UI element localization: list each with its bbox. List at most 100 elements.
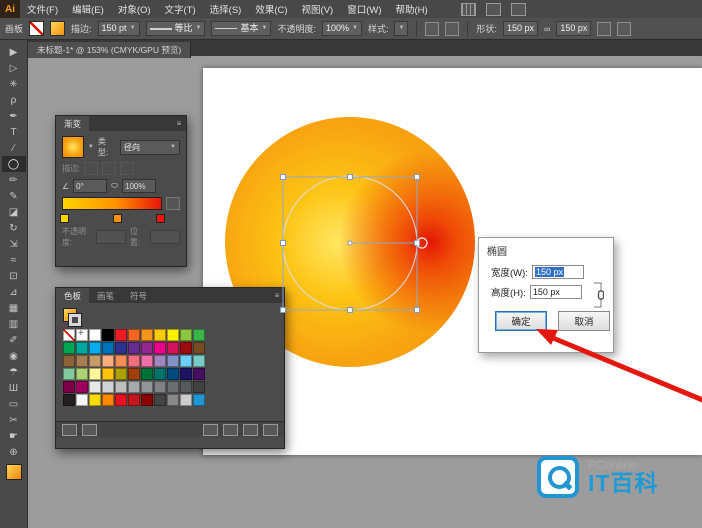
color-swatch[interactable] (128, 394, 140, 406)
gradient-tool[interactable]: ▥ (2, 316, 26, 332)
swatch-options-icon[interactable] (203, 424, 218, 436)
color-swatch[interactable] (115, 368, 127, 380)
mesh-tool[interactable]: ▦ (2, 300, 26, 316)
eraser-tool[interactable]: ◪ (2, 204, 26, 220)
gradient-stop[interactable] (60, 214, 69, 223)
color-swatch[interactable] (154, 342, 166, 354)
slice-tool[interactable]: ✂ (2, 412, 26, 428)
chevron-down-icon[interactable]: ▼ (88, 144, 94, 150)
menu-item[interactable]: 效果(C) (248, 0, 294, 18)
color-swatch[interactable] (89, 368, 101, 380)
gradient-thumbnail[interactable] (62, 136, 84, 158)
color-swatch[interactable] (141, 368, 153, 380)
color-swatch[interactable] (193, 394, 205, 406)
color-swatch[interactable] (76, 329, 88, 341)
reverse-gradient-icon[interactable] (166, 197, 180, 210)
color-swatch[interactable] (167, 329, 179, 341)
stroke-weight-field[interactable]: 150 pt▼ (98, 21, 140, 36)
selection-tool[interactable]: ▶ (2, 44, 26, 60)
tab-gradient[interactable]: 渐变 (56, 116, 89, 131)
document-tab[interactable]: 未标题-1* @ 153% (CMYK/GPU 预览) (28, 42, 191, 58)
constrain-proportions-icon[interactable]: ∞ (544, 24, 550, 34)
cancel-button[interactable]: 取消 (558, 311, 610, 331)
new-swatch-icon[interactable] (243, 424, 258, 436)
color-swatch[interactable] (63, 381, 75, 393)
color-swatch[interactable] (102, 368, 114, 380)
menu-item[interactable]: 编辑(E) (65, 0, 111, 18)
document-setup-icon[interactable] (425, 22, 439, 36)
style-dropdown[interactable]: ▼ (394, 21, 408, 36)
gradient-type-select[interactable]: 径向▼ (120, 140, 180, 155)
menu-item[interactable]: 视图(V) (295, 0, 341, 18)
color-swatch[interactable] (89, 342, 101, 354)
color-swatch[interactable] (154, 329, 166, 341)
color-swatch[interactable] (89, 329, 101, 341)
gradient-stop[interactable] (156, 214, 165, 223)
color-swatch[interactable] (63, 329, 75, 341)
gradient-angle-field[interactable]: 0° (73, 179, 107, 193)
color-swatch[interactable] (180, 355, 192, 367)
shape-height-field[interactable]: 150 px (556, 21, 591, 36)
color-swatch[interactable] (180, 394, 192, 406)
menu-item[interactable]: 窗口(W) (340, 0, 388, 18)
color-swatch[interactable] (154, 355, 166, 367)
menu-item[interactable]: 选择(S) (203, 0, 249, 18)
color-swatch[interactable] (193, 342, 205, 354)
color-swatch[interactable] (128, 329, 140, 341)
column-graph-tool[interactable]: Ш (2, 380, 26, 396)
color-swatch[interactable] (115, 355, 127, 367)
pencil-tool[interactable]: ✎ (2, 188, 26, 204)
symbol-sprayer-tool[interactable]: ☂ (2, 364, 26, 380)
color-swatch[interactable] (63, 368, 75, 380)
color-swatch[interactable] (102, 355, 114, 367)
libraries-icon[interactable] (511, 3, 526, 16)
show-swatch-kinds-icon[interactable] (82, 424, 97, 436)
menu-item[interactable]: 帮助(H) (389, 0, 435, 18)
color-swatch[interactable] (141, 381, 153, 393)
magic-wand-tool[interactable]: ✳ (2, 76, 26, 92)
color-swatch[interactable] (180, 329, 192, 341)
ok-button[interactable]: 确定 (495, 311, 547, 331)
color-swatch[interactable] (154, 394, 166, 406)
color-swatch[interactable] (167, 381, 179, 393)
panel-menu-icon[interactable]: ≡ (270, 288, 284, 303)
stop-opacity-field[interactable] (96, 230, 126, 244)
stroke-gradient-across-icon[interactable] (120, 162, 134, 175)
gradient-slider[interactable] (62, 197, 162, 210)
color-swatch[interactable] (76, 381, 88, 393)
color-swatch[interactable] (141, 394, 153, 406)
color-swatch[interactable] (180, 342, 192, 354)
color-swatch[interactable] (63, 394, 75, 406)
color-swatch[interactable] (193, 381, 205, 393)
color-swatch[interactable] (128, 355, 140, 367)
color-swatch[interactable] (102, 394, 114, 406)
perspective-grid-tool[interactable]: ⊿ (2, 284, 26, 300)
tab-brushes[interactable]: 画笔 (89, 288, 122, 303)
tab-swatches[interactable]: 色板 (56, 288, 89, 303)
color-swatch[interactable] (102, 329, 114, 341)
stroke-gradient-along-icon[interactable] (102, 162, 116, 175)
color-swatch[interactable] (141, 329, 153, 341)
artboard-tool[interactable]: ▭ (2, 396, 26, 412)
width-field[interactable]: 150 px (532, 265, 584, 279)
new-color-group-icon[interactable] (223, 424, 238, 436)
menu-item[interactable]: 对象(O) (111, 0, 158, 18)
color-swatch[interactable] (63, 355, 75, 367)
zoom-tool[interactable]: ⊕ (2, 444, 26, 460)
brush-definition[interactable]: 基本▼ (211, 21, 271, 36)
lasso-tool[interactable]: ρ (2, 92, 26, 108)
shape-width-field[interactable]: 150 px (503, 21, 538, 36)
opacity-field[interactable]: 100%▼ (322, 21, 362, 36)
color-swatch[interactable] (141, 355, 153, 367)
color-swatch[interactable] (193, 329, 205, 341)
panel-menu-icon[interactable]: ≡ (172, 116, 186, 131)
workspace-switcher-icon[interactable] (486, 3, 501, 16)
color-swatch[interactable] (141, 342, 153, 354)
free-transform-tool[interactable]: ⊡ (2, 268, 26, 284)
gradient-stop[interactable] (113, 214, 122, 223)
variable-width-profile[interactable]: 等比▼ (146, 21, 206, 36)
color-swatch[interactable] (76, 355, 88, 367)
stop-location-field[interactable] (150, 230, 180, 244)
color-swatch[interactable] (193, 368, 205, 380)
color-swatch[interactable] (180, 381, 192, 393)
